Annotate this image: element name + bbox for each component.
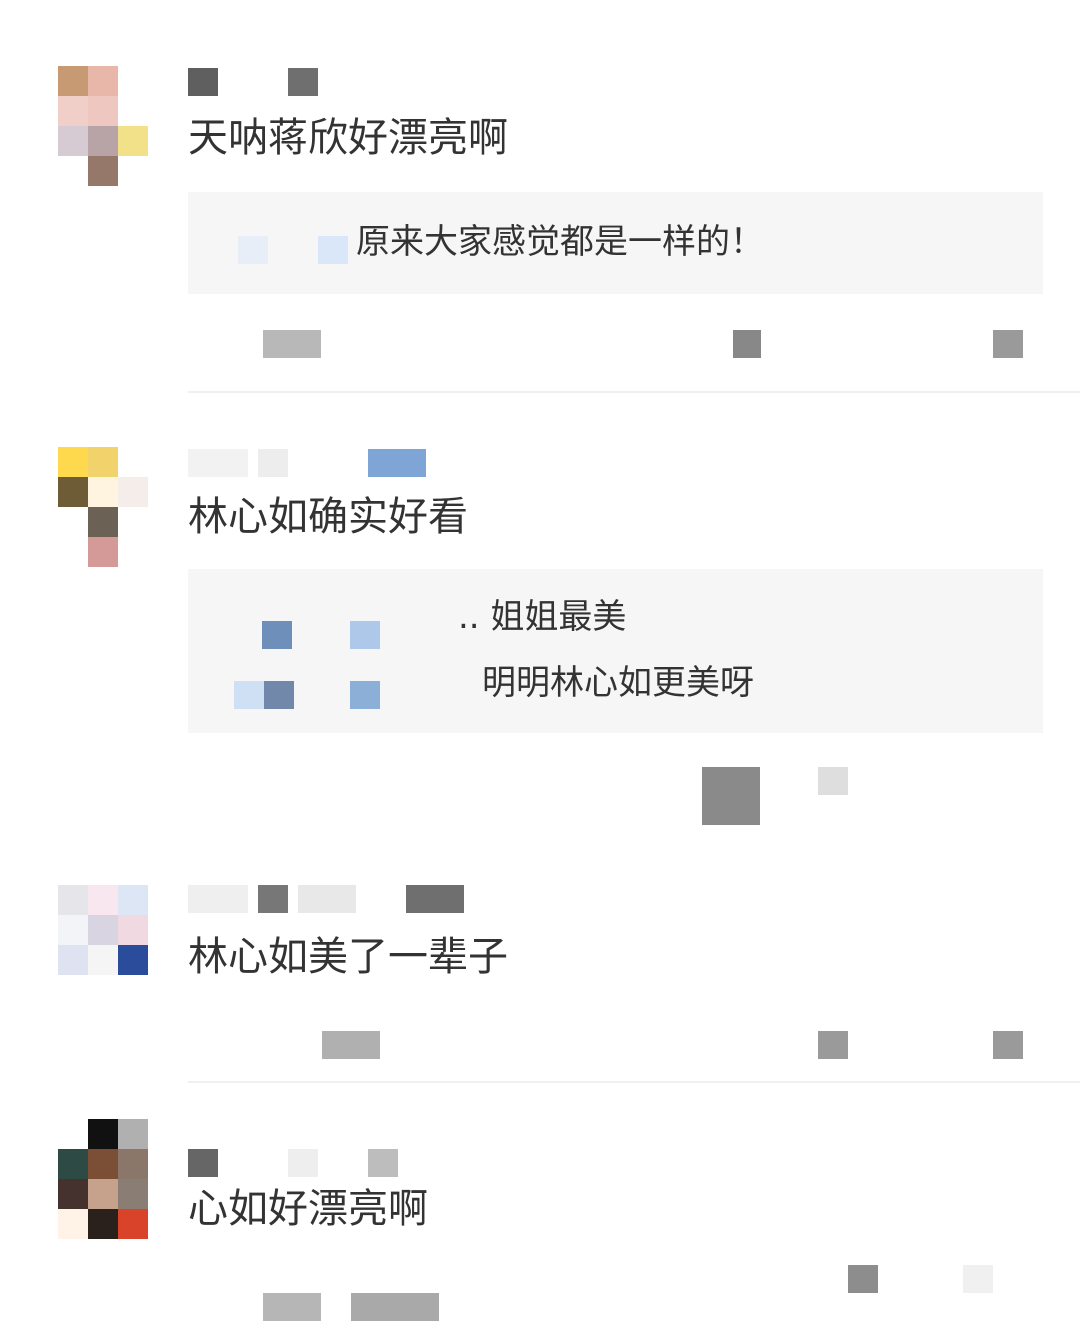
username-blurred[interactable] (188, 447, 426, 479)
avatar[interactable] (58, 447, 148, 567)
username-blurred[interactable] (188, 1147, 398, 1179)
avatar[interactable] (58, 1119, 148, 1239)
reply-username-blurred-2 (238, 236, 268, 264)
reply-box[interactable]: 原来大家感觉都是一样的！ (188, 192, 1043, 294)
username-blurred[interactable] (188, 66, 318, 98)
reply-username-blurred (318, 236, 348, 264)
reply-username-blurred-2 (350, 621, 380, 649)
view-replies-blurred[interactable] (322, 1031, 380, 1059)
avatar[interactable] (58, 885, 148, 1005)
avatar[interactable] (58, 66, 148, 186)
comment-item-4: 心如好漂亮啊 (0, 1085, 1080, 1336)
like-icon[interactable] (963, 1265, 993, 1293)
comment-text: 林心如确实好看 (188, 494, 468, 540)
divider (188, 391, 1080, 393)
comment-text: 天呐蒋欣好漂亮啊 (188, 115, 508, 161)
like-icon[interactable] (818, 767, 848, 795)
share-icon[interactable] (818, 1031, 848, 1059)
comment-text: 林心如美了一辈子 (188, 934, 508, 980)
like-icon[interactable] (993, 1031, 1023, 1059)
view-replies-blurred-2[interactable] (351, 1293, 439, 1321)
view-replies-blurred[interactable] (702, 767, 760, 825)
divider (188, 1081, 1080, 1083)
reply-text-1: .. 姐姐最美 (458, 597, 627, 637)
share-icon[interactable] (848, 1265, 878, 1293)
comment-item-1: 天呐蒋欣好漂亮啊 原来大家感觉都是一样的！ (0, 0, 1080, 395)
comment-text: 心如好漂亮啊 (188, 1186, 428, 1232)
view-replies-blurred[interactable] (263, 330, 321, 358)
reply-box[interactable]: .. 姐姐最美 明明林心如更美呀 (188, 569, 1043, 733)
reply-username-blurred (262, 621, 292, 649)
reply-username-blurred-5 (350, 681, 380, 709)
share-icon[interactable] (733, 330, 761, 358)
comment-item-3: 林心如美了一辈子 (0, 865, 1080, 1085)
username-blurred[interactable] (188, 883, 464, 915)
comment-item-2: 林心如确实好看 .. 姐姐最美 明明林心如更美呀 (0, 395, 1080, 865)
reply-username-blurred-3 (234, 681, 264, 709)
like-icon[interactable] (993, 330, 1023, 358)
reply-text-2: 明明林心如更美呀 (482, 663, 754, 703)
reply-text: 原来大家感觉都是一样的！ (356, 222, 764, 262)
reply-username-blurred-4 (264, 681, 294, 709)
view-replies-blurred[interactable] (263, 1293, 321, 1321)
